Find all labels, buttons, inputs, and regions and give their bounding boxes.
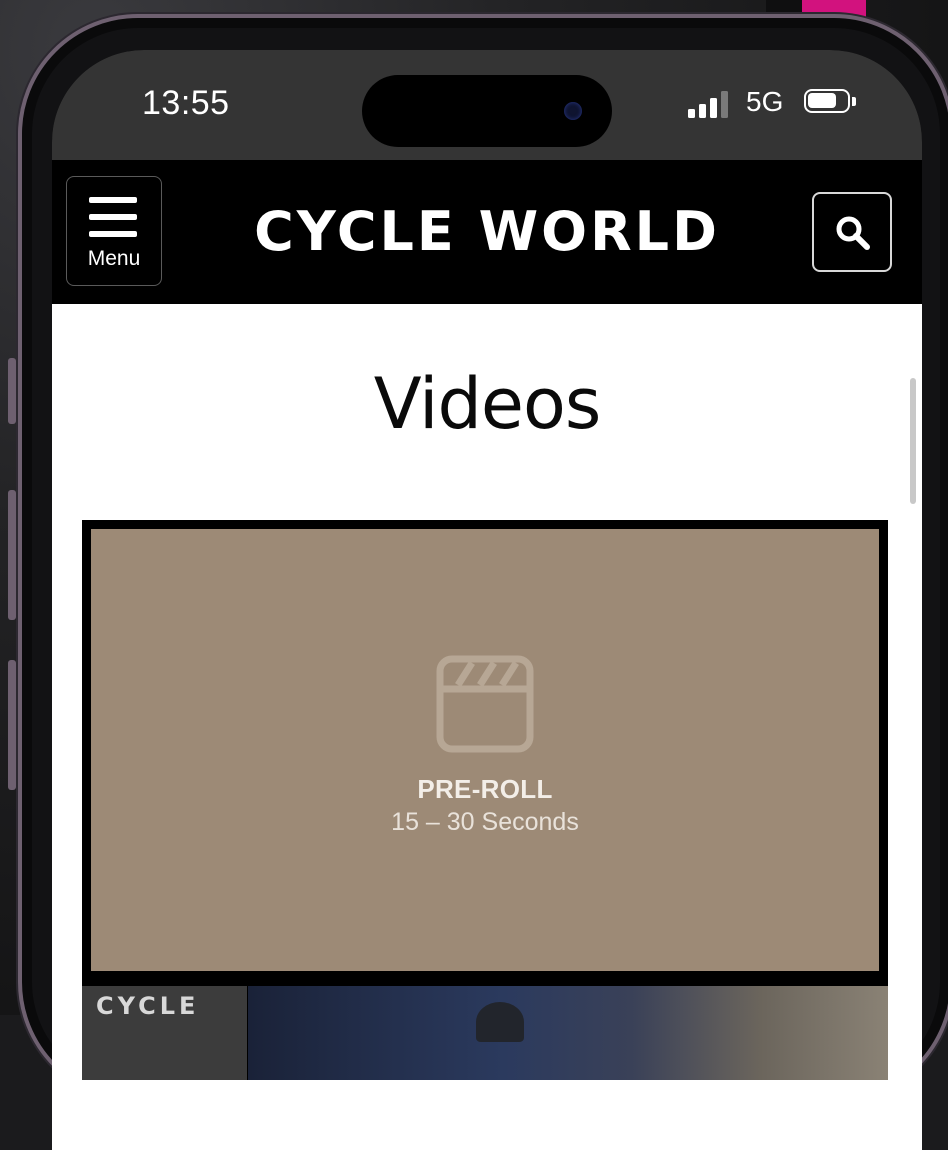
thumbnail-rider xyxy=(476,1002,524,1042)
volume-up-button xyxy=(8,490,16,620)
clapperboard-icon xyxy=(436,655,534,753)
thumbnail-brand-text: CYCLE xyxy=(96,992,200,1020)
video-player[interactable]: PRE-ROLL 15 – 30 Seconds xyxy=(82,520,888,980)
next-video-thumbnail[interactable]: CYCLE xyxy=(82,980,888,1080)
battery-icon xyxy=(804,89,850,113)
menu-button[interactable]: Menu xyxy=(66,176,162,286)
page-title: Videos xyxy=(373,363,602,445)
video-ad-placeholder: PRE-ROLL 15 – 30 Seconds xyxy=(91,529,879,971)
thumbnail-brand-block: CYCLE xyxy=(82,986,247,1080)
phone-screen: 13:55 5G Menu CYCLE WORLD Videos PRE-ROL… xyxy=(52,50,922,1150)
site-logo[interactable]: CYCLE WORLD xyxy=(222,200,752,264)
front-camera xyxy=(564,102,582,120)
hamburger-icon xyxy=(89,197,137,241)
menu-label: Menu xyxy=(87,247,141,270)
scrollbar[interactable] xyxy=(910,378,916,504)
site-header: Menu CYCLE WORLD xyxy=(52,160,922,304)
preroll-label: PRE-ROLL xyxy=(417,774,553,804)
network-type-label: 5G xyxy=(746,86,784,117)
search-button[interactable] xyxy=(812,192,892,272)
status-bar: 13:55 5G xyxy=(52,50,922,160)
search-icon xyxy=(836,216,870,250)
silent-switch xyxy=(8,358,16,424)
page-content: Videos PRE-ROLL 15 – 30 Seconds CYCLE xyxy=(52,304,922,1150)
status-time: 13:55 xyxy=(142,84,230,122)
battery-tip xyxy=(852,97,856,106)
thumbnail-image xyxy=(248,986,888,1080)
preroll-duration: 15 – 30 Seconds xyxy=(391,808,579,836)
cellular-signal-icon xyxy=(688,90,734,118)
volume-down-button xyxy=(8,660,16,790)
battery-level xyxy=(808,93,836,108)
